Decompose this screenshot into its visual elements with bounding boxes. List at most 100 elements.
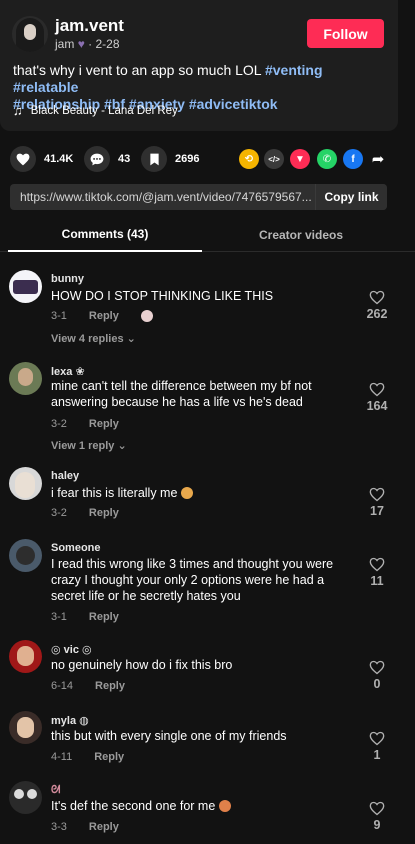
comment-text: It's def the second one for me <box>51 798 361 814</box>
action-row: 41.4K 43 2696 ⟲ </> ▼ ✆ f ➦ <box>10 146 395 172</box>
post-card: jam.vent jam ♥ · 2-28 Follow that's why … <box>0 0 398 131</box>
comment-like-count: 9 <box>373 818 381 832</box>
comment-username[interactable]: lexa ❀ <box>51 365 85 378</box>
reply-button[interactable]: Reply <box>89 418 119 430</box>
comment-date: 3-1 <box>51 310 67 322</box>
tab-creator-videos[interactable]: Creator videos <box>204 218 398 252</box>
comment-like[interactable]: 9 <box>360 801 394 832</box>
comment-like-count: 11 <box>370 574 384 588</box>
comment-date: 4-11 <box>51 751 73 763</box>
comment-meta: 3-3 Reply <box>51 821 119 833</box>
repost-icon[interactable]: ⟲ <box>239 149 259 169</box>
heart-outline-icon <box>369 487 385 502</box>
comment-like[interactable]: 0 <box>360 660 394 691</box>
comment-action[interactable]: 43 <box>84 146 130 172</box>
author-avatar[interactable] <box>12 16 48 52</box>
save-action[interactable]: 2696 <box>141 146 199 172</box>
embed-icon[interactable]: </> <box>264 149 284 169</box>
heart-outline-icon <box>369 801 385 816</box>
send-icon[interactable]: ▼ <box>290 149 310 169</box>
purple-heart-icon: ♥ <box>77 37 85 51</box>
avatar[interactable] <box>9 362 42 395</box>
view-replies-label: View 1 reply <box>51 440 115 452</box>
reply-button[interactable]: Reply <box>89 507 119 519</box>
author-subline: jam ♥ · 2-28 <box>55 37 120 51</box>
comment-like[interactable]: 262 <box>360 290 394 321</box>
comment-date: 3-2 <box>51 507 67 519</box>
bookmark-icon[interactable] <box>141 146 167 172</box>
comment-date: 3-1 <box>51 611 67 623</box>
comment-like-count: 262 <box>366 307 388 321</box>
comment-text: this but with every single one of my fri… <box>51 729 287 743</box>
emoji-icon <box>218 800 231 812</box>
comment-username[interactable]: myla ◍ <box>51 714 89 727</box>
comment-text: HOW DO I STOP THINKING LIKE THIS <box>51 289 274 303</box>
comment-meta: 3-2 Reply <box>51 507 119 519</box>
like-action[interactable]: 41.4K <box>10 146 73 172</box>
comment-username[interactable]: haley <box>51 470 79 482</box>
comment-count: 43 <box>118 153 131 165</box>
comment-username[interactable]: Someone <box>51 542 101 554</box>
comment-like-count: 0 <box>373 677 381 691</box>
avatar[interactable] <box>9 467 42 500</box>
comment-like-count: 1 <box>373 748 381 762</box>
comment-username[interactable]: ᘛ <box>51 784 60 797</box>
music-note-icon: ♫ <box>13 103 23 118</box>
caption-text: that's why i vent to an app so much LOL <box>13 62 262 78</box>
comment-like-count: 17 <box>370 504 384 518</box>
comment-meta: 3-1 Reply <box>51 611 119 623</box>
comment-text: I read this wrong like 3 times and thoug… <box>51 557 334 603</box>
follow-button[interactable]: Follow <box>307 19 384 48</box>
comment-like[interactable]: 17 <box>360 487 394 518</box>
view-replies-button[interactable]: View 1 reply ⌄ <box>51 439 127 452</box>
comment-date: 3-3 <box>51 821 67 833</box>
comment-text: mine can't tell the difference between m… <box>51 379 312 409</box>
comment-date: 3-2 <box>51 418 67 430</box>
avatar[interactable] <box>9 640 42 673</box>
chevron-down-icon: ⌄ <box>117 440 127 452</box>
comment-like-count: 164 <box>366 399 388 413</box>
comment-like[interactable]: 164 <box>360 382 394 413</box>
music-link[interactable]: ♫ Black Beauty - Lana Del Rey <box>13 103 178 118</box>
comment-text: i fear this is literally me <box>51 485 361 501</box>
heart-outline-icon <box>369 557 385 572</box>
reply-button[interactable]: Reply <box>95 680 125 692</box>
avatar[interactable] <box>9 781 42 814</box>
comment-text: no genuinely how do i fix this bro <box>51 658 233 672</box>
facebook-icon[interactable]: f <box>343 149 363 169</box>
chevron-down-icon: ⌄ <box>126 333 136 345</box>
comment-meta: 4-11 Reply <box>51 751 124 763</box>
avatar[interactable] <box>9 270 42 303</box>
like-count: 41.4K <box>44 153 74 165</box>
author-username[interactable]: jam.vent <box>55 16 124 36</box>
butterfly-icon: ᘛ <box>51 784 61 796</box>
avatar[interactable] <box>9 539 42 572</box>
comment-meta: 6-14 Reply <box>51 680 125 692</box>
heart-outline-icon <box>369 382 385 397</box>
save-count: 2696 <box>175 153 200 165</box>
reply-button[interactable]: Reply <box>94 751 124 763</box>
comment-date: 6-14 <box>51 680 74 692</box>
copy-link-button[interactable]: Copy link <box>315 184 387 210</box>
reply-button[interactable]: Reply <box>89 821 119 833</box>
share-arrow-icon[interactable]: ➦ <box>368 149 388 169</box>
whatsapp-icon[interactable]: ✆ <box>317 149 337 169</box>
comment-username[interactable]: ◎ vic ◎ <box>51 643 92 656</box>
comment-username[interactable]: bunny <box>51 273 84 285</box>
reply-button[interactable]: Reply <box>89 611 119 623</box>
comment-meta: 3-1 Reply <box>51 310 153 322</box>
heart-icon[interactable] <box>10 146 36 172</box>
avatar[interactable] <box>9 711 42 744</box>
reply-button[interactable]: Reply <box>89 310 119 322</box>
view-replies-button[interactable]: View 4 replies ⌄ <box>51 332 136 345</box>
heart-outline-icon <box>369 660 385 675</box>
author-display-name: jam <box>55 37 75 51</box>
music-title: Black Beauty - Lana Del Rey <box>30 104 178 117</box>
video-link-url[interactable]: https://www.tiktok.com/@jam.vent/video/7… <box>20 190 320 204</box>
creator-liked-icon <box>140 310 153 322</box>
tab-comments[interactable]: Comments (43) <box>8 218 202 252</box>
link-bar: https://www.tiktok.com/@jam.vent/video/7… <box>10 184 387 210</box>
comment-icon[interactable] <box>84 146 110 172</box>
comment-like[interactable]: 11 <box>360 557 394 588</box>
comment-like[interactable]: 1 <box>360 731 394 762</box>
